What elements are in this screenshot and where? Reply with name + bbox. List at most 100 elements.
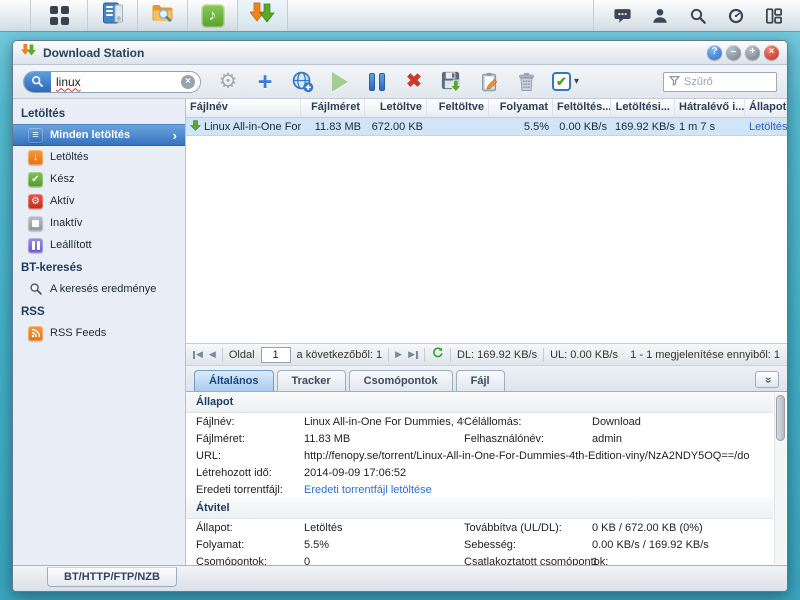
cell-download-speed: 169.92 KB/s (611, 119, 675, 135)
window-controls: ? – + × (707, 45, 779, 60)
sidebar-item-search-results[interactable]: A keresés eredménye (13, 278, 185, 300)
stop-icon (28, 216, 43, 231)
main-menu-button[interactable] (30, 0, 88, 31)
page-label: Oldal (229, 349, 255, 361)
torrent-url: http://fenopy.se/torrent/Linux-All-in-On… (304, 450, 763, 462)
prev-page-button[interactable]: ◀ (209, 349, 216, 360)
notifications-button[interactable] (612, 6, 632, 26)
resource-monitor-button[interactable] (726, 6, 746, 26)
pause-button[interactable] (366, 70, 388, 94)
detail-row: Csomópontok:0 Csatlakoztatott csomóponto… (186, 553, 773, 565)
col-upload-speed[interactable]: Feltöltés... (553, 99, 611, 117)
collapse-panel-button[interactable]: « (755, 371, 779, 388)
cell-filesize: 11.83 MB (301, 119, 365, 135)
filter-input-wrap (663, 72, 777, 92)
user-button[interactable] (650, 6, 670, 26)
sidebar-item-active[interactable]: ⚙ Aktív (13, 190, 185, 212)
pilot-view-button[interactable] (764, 6, 784, 26)
page-total-label: a következőből: 1 (297, 349, 383, 361)
tab-tracker[interactable]: Tracker (277, 370, 346, 391)
detail-row: Folyamat:5.5% Sebesség:0.00 KB/s / 169.9… (186, 536, 773, 553)
first-page-button[interactable]: ◀ (193, 349, 203, 360)
add-url-button[interactable] (291, 70, 314, 94)
selection-mode-button[interactable]: ✔ ▾ (552, 70, 579, 94)
remove-button[interactable]: ✖ (403, 70, 425, 94)
bottom-tab-bt-http-ftp-nzb[interactable]: BT/HTTP/FTP/NZB (47, 567, 177, 587)
minimize-button[interactable]: – (726, 45, 741, 60)
col-filename[interactable]: Fájlnév (186, 99, 301, 117)
detail-tabs: Általános Tracker Csomópontok Fájl « (186, 365, 787, 391)
control-panel-app-button[interactable] (88, 0, 138, 31)
save-button[interactable] (440, 70, 463, 94)
sidebar-section-rss: RSS (13, 300, 185, 322)
table-row[interactable]: Linux All-in-One For... 11.83 MB 672.00 … (186, 118, 787, 136)
download-torrent-link[interactable]: Eredeti torrentfájl letöltése (304, 484, 763, 496)
user-icon (651, 7, 669, 25)
detail-row: Fájlméret:11.83 MB Felhasználónév:admin (186, 430, 773, 447)
save-icon (440, 70, 463, 93)
settings-button[interactable]: ⚙ (217, 70, 239, 94)
cell-progress: 5.5% (489, 119, 553, 135)
check-icon: ✔ (28, 172, 43, 187)
sidebar-item-completed[interactable]: ✔ Kész (13, 168, 185, 190)
last-page-button[interactable]: ▶ (408, 349, 418, 360)
edit-button[interactable] (478, 70, 500, 94)
col-time-left[interactable]: Hátralévő i... (675, 99, 745, 117)
tab-general[interactable]: Általános (194, 370, 274, 391)
col-status[interactable]: Állapot (745, 99, 787, 117)
detail-row-created: Létrehozott idő:2014-09-09 17:06:52 (186, 464, 773, 481)
col-download-speed[interactable]: Letöltési... (611, 99, 675, 117)
sidebar-item-inactive[interactable]: Inaktív (13, 212, 185, 234)
add-download-button[interactable]: + (254, 70, 276, 94)
col-uploaded[interactable]: Feltöltve (427, 99, 489, 117)
gear-icon: ⚙ (219, 69, 238, 94)
taskbar-apps: ♪ (0, 0, 288, 31)
tab-file[interactable]: Fájl (456, 370, 505, 391)
sidebar-item-downloading[interactable]: ↓ Letöltés (13, 146, 185, 168)
download-station-icon (21, 43, 37, 62)
cell-downloaded: 672.00 KB (365, 119, 427, 135)
tab-peers[interactable]: Csomópontok (349, 370, 453, 391)
sidebar-item-paused[interactable]: Leállított (13, 234, 185, 256)
clear-completed-button[interactable] (515, 70, 537, 94)
trash-icon (517, 71, 536, 93)
page-input[interactable] (261, 347, 291, 363)
resume-button[interactable] (329, 70, 351, 94)
title-bar[interactable]: Download Station ? – + × (13, 41, 787, 65)
gauge-icon (727, 7, 745, 25)
cell-status: Letöltés (745, 119, 787, 135)
detail-row: Állapot:Letöltés Továbbítva (UL/DL):0 KB… (186, 519, 773, 536)
search-button[interactable] (688, 6, 708, 26)
clear-search-button[interactable]: × (181, 75, 195, 89)
maximize-button[interactable]: + (745, 45, 760, 60)
window-title: Download Station (43, 46, 144, 60)
audio-station-app-button[interactable]: ♪ (188, 0, 238, 31)
refresh-button[interactable] (431, 347, 444, 363)
file-station-app-button[interactable] (138, 0, 188, 31)
close-button[interactable]: × (764, 45, 779, 60)
col-filesize[interactable]: Fájlméret (301, 99, 365, 117)
file-station-icon (150, 1, 175, 30)
filter-input[interactable] (684, 76, 771, 88)
detail-scrollbar[interactable] (774, 393, 786, 564)
ul-speed: UL: 0.00 KB/s (550, 349, 618, 361)
download-arrow-icon: ↓ (28, 150, 43, 165)
main-menu-icon (50, 6, 69, 25)
sidebar-item-all-downloads[interactable]: ≡ Minden letöltés › (13, 124, 185, 146)
download-station-app-button[interactable] (238, 0, 288, 31)
search-input[interactable]: linux × (23, 71, 201, 93)
sidebar-section-downloads: Letöltés (13, 102, 185, 124)
checkbox-icon: ✔ (552, 72, 571, 91)
dl-speed: DL: 169.92 KB/s (457, 349, 537, 361)
pause-icon (28, 238, 43, 253)
sidebar-item-rss-feeds[interactable]: RSS Feeds (13, 322, 185, 344)
detail-row-torrent-file: Eredeti torrentfájl: Eredeti torrentfájl… (186, 481, 773, 498)
edit-icon (479, 71, 500, 93)
taskbar-tray (593, 0, 800, 31)
scrollbar-thumb[interactable] (776, 395, 785, 441)
help-button[interactable]: ? (707, 45, 722, 60)
col-progress[interactable]: Folyamat (489, 99, 553, 117)
col-downloaded[interactable]: Letöltve (365, 99, 427, 117)
search-value: linux (56, 75, 81, 89)
next-page-button[interactable]: ▶ (395, 349, 402, 360)
